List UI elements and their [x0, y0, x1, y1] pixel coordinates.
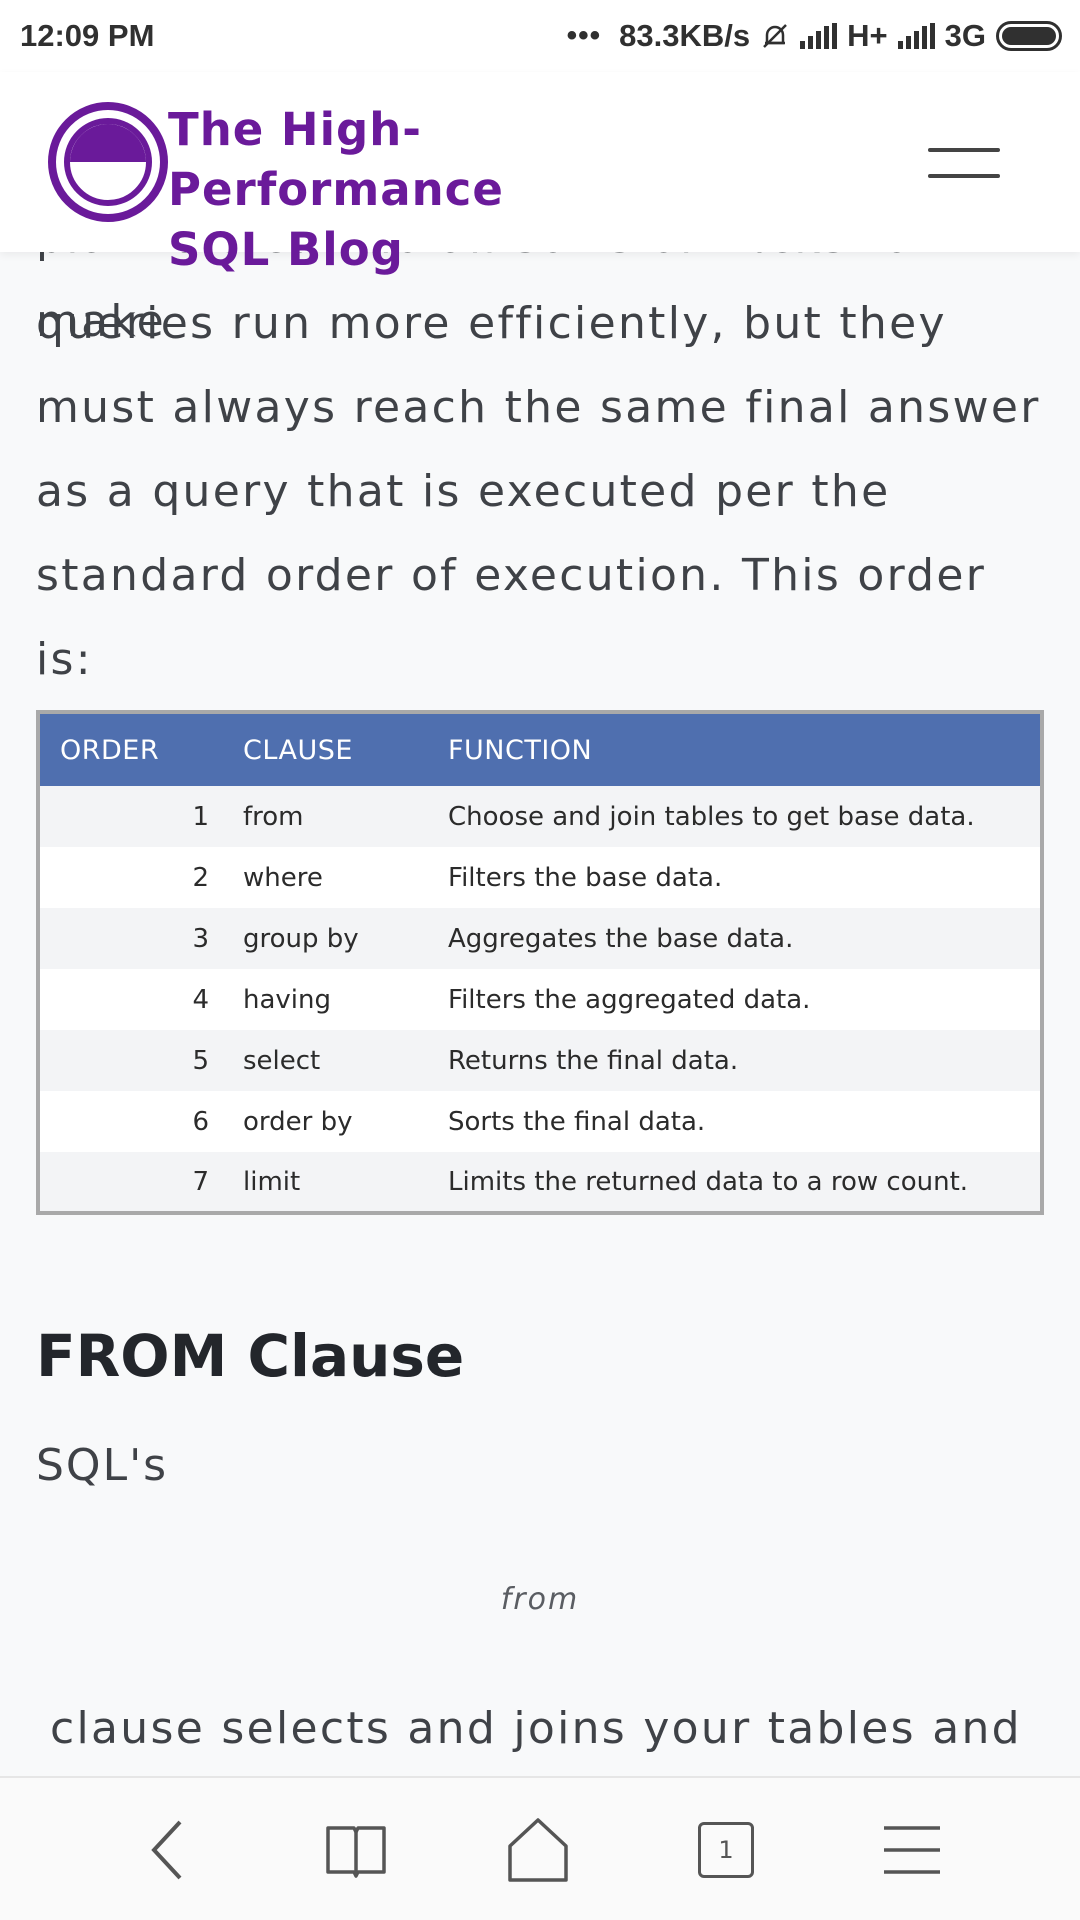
clause-cell: group by — [243, 908, 448, 969]
table-row: 1 from Choose and join tables to get bas… — [38, 786, 1042, 847]
logo-inner-icon — [64, 118, 152, 206]
home-button[interactable] — [498, 1810, 578, 1890]
browser-bottom-nav: 1 — [0, 1776, 1080, 1920]
order-cell: 2 — [192, 862, 209, 893]
signal-strength-icon-2 — [897, 23, 935, 49]
browser-menu-button[interactable] — [872, 1810, 952, 1890]
function-cell: Choose and join tables to get base data. — [448, 786, 1042, 847]
site-title-line: The High-Performance — [168, 103, 504, 216]
more-notifications-icon: ••• — [566, 19, 602, 52]
hamburger-line — [928, 174, 1000, 178]
order-cell: 1 — [38, 786, 243, 847]
site-title[interactable]: The High-Performance SQL Blog — [168, 100, 728, 280]
code-keyword: from — [500, 1582, 580, 1617]
status-bar: 12:09 PM ••• 83.3KB/s H+ 3G — [0, 0, 1080, 72]
hamburger-line — [928, 148, 1000, 152]
network-type-2: 3G — [944, 18, 986, 53]
table-header-row: ORDER CLAUSE FUNCTION — [38, 712, 1042, 786]
menu-icon — [884, 1826, 940, 1874]
order-cell: 6 — [192, 1106, 209, 1137]
table-row: 6 order by Sorts the final data. — [38, 1091, 1042, 1152]
clause-cell: where — [243, 862, 323, 893]
status-indicators: ••• 83.3KB/s H+ 3G — [567, 18, 1062, 54]
function-cell: Limits the returned data to a row count. — [448, 1152, 1042, 1213]
function-cell: Aggregates the base data. — [448, 908, 1042, 969]
site-logo[interactable] — [48, 102, 168, 222]
table-row: 3 group by Aggregates the base data. — [38, 908, 1042, 969]
mute-bell-icon — [763, 24, 788, 48]
execution-order-table: ORDER CLAUSE FUNCTION 1 from Choose and … — [36, 710, 1044, 1215]
article-paragraph: queries run more efficiently, but they m… — [36, 282, 1046, 702]
back-button[interactable] — [130, 1810, 210, 1890]
table-row: 5 select Returns the final data. — [38, 1030, 1042, 1091]
clause-cell: limit — [243, 1152, 448, 1213]
bookmarks-icon — [326, 1826, 386, 1878]
hamburger-menu-button[interactable] — [928, 142, 1000, 182]
table-row: 7 limit Limits the returned data to a ro… — [38, 1152, 1042, 1213]
order-cell: 3 — [38, 908, 243, 969]
table-row: 4 having Filters the aggregated data. — [38, 969, 1042, 1030]
site-header: The High-Performance SQL Blog — [0, 72, 1080, 276]
function-cell: Returns the final data. — [448, 1030, 1042, 1091]
clause-cell: order by — [243, 1106, 353, 1137]
column-header-order: ORDER — [38, 712, 243, 786]
order-cell: 5 — [38, 1030, 243, 1091]
clause-cell: select — [243, 1030, 448, 1091]
home-icon — [508, 1818, 568, 1882]
table-row: 2 where Filters the base data. — [38, 847, 1042, 908]
section-heading: FROM Clause — [36, 1322, 465, 1390]
function-cell: Filters the base data. — [448, 862, 723, 893]
signal-strength-icon — [800, 23, 838, 49]
clause-paragraph: clause selects and joins your tables and — [50, 1703, 1022, 1754]
battery-icon — [996, 21, 1062, 51]
network-type-1: H+ — [847, 18, 888, 53]
column-header-function: FUNCTION — [448, 712, 1042, 786]
sql-text: SQL's — [36, 1440, 169, 1491]
tabs-icon: 1 — [698, 1822, 754, 1878]
network-speed: 83.3KB/s — [619, 18, 751, 53]
paragraph-line: standard order of execution. This order … — [36, 550, 987, 685]
clause-cell: from — [243, 786, 448, 847]
paragraph-line: queries run more efficiently, but they — [36, 298, 947, 349]
site-title-line: SQL Blog — [168, 223, 404, 276]
paragraph-line: as a query that is executed per the — [36, 466, 891, 517]
status-time: 12:09 PM — [20, 18, 155, 53]
order-cell: 7 — [38, 1152, 243, 1213]
bookmarks-button[interactable] — [316, 1810, 396, 1890]
clause-cell: having — [243, 984, 332, 1015]
back-icon — [151, 1820, 182, 1880]
tabs-button[interactable]: 1 — [686, 1810, 766, 1890]
paragraph-line: must always reach the same final answer — [36, 382, 1041, 433]
order-cell: 4 — [192, 984, 209, 1015]
function-cell: Filters the aggregated data. — [448, 984, 811, 1015]
function-cell: Sorts the final data. — [448, 1106, 706, 1137]
column-header-clause: CLAUSE — [243, 712, 448, 786]
